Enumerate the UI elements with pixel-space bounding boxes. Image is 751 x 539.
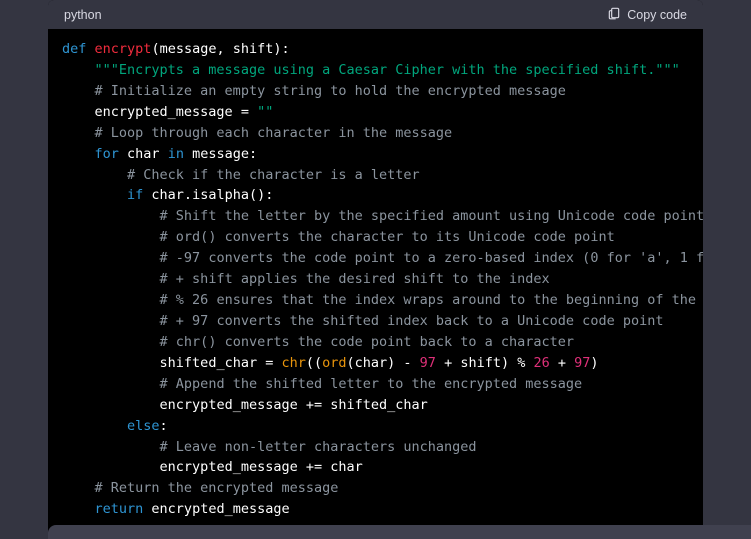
- docstring: """Encrypts a message using a Caesar Cip…: [95, 62, 680, 78]
- copy-code-button[interactable]: Copy code: [607, 6, 687, 23]
- code-text: encrypted_message += char: [160, 459, 363, 475]
- comment: # Shift the letter by the specified amou…: [160, 208, 703, 224]
- code-text: +: [550, 355, 574, 371]
- builtin-ord: ord: [322, 355, 346, 371]
- code-text: char.isalpha():: [143, 187, 273, 203]
- comment: # Append the shifted letter to the encry…: [160, 376, 583, 392]
- code-content[interactable]: def encrypt(message, shift): """Encrypts…: [48, 29, 703, 532]
- code-text: shifted_char =: [160, 355, 282, 371]
- keyword-if: if: [127, 187, 143, 203]
- code-text: ): [590, 355, 598, 371]
- comment: # chr() converts the code point back to …: [160, 334, 575, 350]
- signature: (message, shift):: [151, 41, 289, 57]
- comment: # ord() converts the character to its Un…: [160, 229, 615, 245]
- string-literal: "": [257, 104, 273, 120]
- keyword-else: else: [127, 418, 160, 434]
- code-text: message:: [184, 146, 257, 162]
- code-text: encrypted_message: [143, 501, 289, 517]
- builtin-chr: chr: [281, 355, 305, 371]
- code-header: python Copy code: [48, 0, 703, 29]
- comment: # % 26 ensures that the index wraps arou…: [160, 292, 703, 308]
- comment: # + 97 converts the shifted index back t…: [160, 313, 664, 329]
- keyword-for: for: [95, 146, 119, 162]
- keyword-def: def: [62, 41, 86, 57]
- comment: # Initialize an empty string to hold the…: [95, 83, 566, 99]
- number: 26: [533, 355, 549, 371]
- clipboard-icon: [607, 6, 621, 23]
- keyword-return: return: [95, 501, 144, 517]
- copy-code-label: Copy code: [627, 8, 687, 22]
- code-text: + shift) %: [436, 355, 534, 371]
- comment: # Loop through each character in the mes…: [95, 125, 453, 141]
- code-text: char: [119, 146, 168, 162]
- comment: # + shift applies the desired shift to t…: [160, 271, 550, 287]
- code-text: encrypted_message =: [95, 104, 258, 120]
- code-block: python Copy code def encrypt(message, sh…: [48, 0, 703, 532]
- comment: # Leave non-letter characters unchanged: [160, 439, 477, 455]
- comment: # Check if the character is a letter: [127, 167, 420, 183]
- comment: # Return the encrypted message: [95, 480, 339, 496]
- function-name: encrypt: [95, 41, 152, 57]
- number: 97: [420, 355, 436, 371]
- code-text: :: [160, 418, 168, 434]
- code-text: (char) -: [347, 355, 420, 371]
- language-label: python: [64, 8, 102, 22]
- keyword-in: in: [168, 146, 184, 162]
- code-text: ((: [306, 355, 322, 371]
- code-text: encrypted_message += shifted_char: [160, 397, 428, 413]
- number: 97: [574, 355, 590, 371]
- comment: # -97 converts the code point to a zero-…: [160, 250, 703, 266]
- chat-input-bar[interactable]: [48, 525, 751, 539]
